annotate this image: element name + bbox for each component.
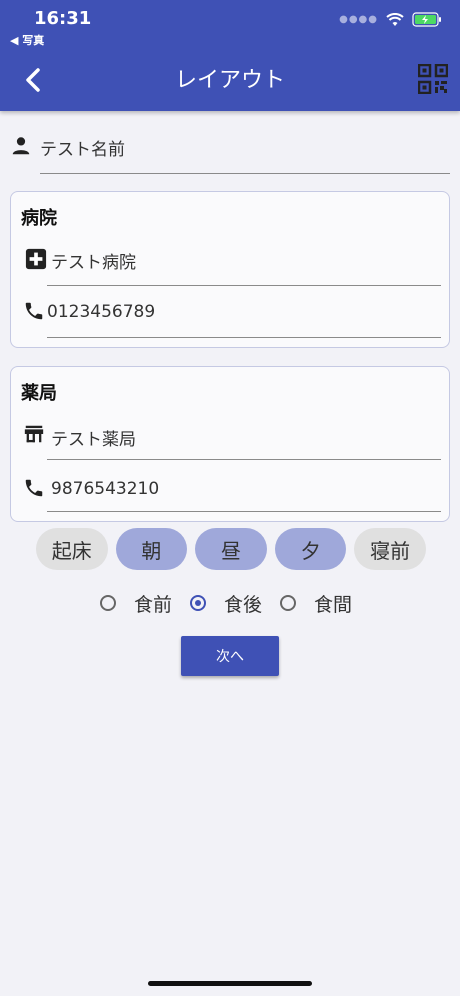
phone-icon <box>25 302 43 320</box>
hospital-name-field[interactable]: テスト病院 <box>11 246 451 300</box>
status-time: 16:31 <box>34 8 92 29</box>
pharmacy-title: 薬局 <box>21 383 57 404</box>
radio-button-selected[interactable] <box>190 595 207 611</box>
meal-radio-group: 食前 食後 食間 <box>100 588 400 618</box>
chip-noon[interactable]: 昼 <box>195 528 267 570</box>
chip-evening[interactable]: 夕 <box>274 528 347 570</box>
hospital-cross-icon <box>25 248 47 270</box>
hospital-phone-field[interactable]: 0123456789 <box>11 300 451 354</box>
name-value: テスト名前 <box>40 140 125 160</box>
page-title: レイアウト <box>174 68 285 93</box>
app-bar: 16:31 ◀ 写真 ●●●● レイアウト <box>0 0 460 111</box>
timing-chip-group: 起床 朝 昼 夕 寝前 <box>36 528 426 570</box>
radio-between-meals[interactable]: 食間 <box>280 590 352 617</box>
radio-button[interactable] <box>280 595 297 611</box>
radio-label: 食前 <box>134 593 173 616</box>
chip-morning[interactable]: 朝 <box>115 528 188 570</box>
hospital-phone-value: 0123456789 <box>47 302 156 322</box>
hospital-card: 病院 テスト病院 0123456789 <box>10 191 450 348</box>
pharmacy-name-value: テスト薬局 <box>51 430 136 450</box>
name-field[interactable]: テスト名前 <box>10 131 450 175</box>
radio-label: 食後 <box>224 593 263 616</box>
home-indicator[interactable] <box>148 981 312 986</box>
hospital-title: 病院 <box>21 208 57 229</box>
phone-icon <box>25 479 43 497</box>
hospital-name-value: テスト病院 <box>51 253 136 273</box>
chip-wakeup[interactable]: 起床 <box>36 528 108 570</box>
radio-button[interactable] <box>100 595 116 611</box>
chip-bedtime[interactable]: 寝前 <box>354 528 426 570</box>
hospital-phone-underline <box>47 337 441 338</box>
pharmacy-phone-field[interactable]: 9876543210 <box>11 477 451 531</box>
name-underline <box>40 173 450 174</box>
hospital-name-underline <box>47 285 441 286</box>
radio-after-meal[interactable]: 食後 <box>190 590 262 617</box>
pharmacy-card: 薬局 テスト薬局 9876543210 <box>10 366 450 522</box>
qr-code-button[interactable] <box>417 63 449 95</box>
status-indicators: ●●●● <box>339 12 442 27</box>
store-icon <box>24 425 44 443</box>
battery-charging-icon <box>412 12 441 27</box>
signal-icon: ●●●● <box>339 14 378 25</box>
radio-label: 食間 <box>314 593 353 616</box>
pharmacy-name-underline <box>47 459 441 460</box>
qr-code-icon <box>417 63 449 95</box>
next-button[interactable]: 次へ <box>181 636 279 676</box>
pharmacy-name-field[interactable]: テスト薬局 <box>11 423 451 477</box>
pharmacy-phone-underline <box>47 511 441 512</box>
radio-before-meal[interactable]: 食前 <box>100 590 172 617</box>
status-back-to-app[interactable]: ◀ 写真 <box>10 32 44 48</box>
wifi-icon <box>386 12 404 26</box>
person-icon <box>12 137 30 155</box>
pharmacy-phone-value: 9876543210 <box>51 479 160 499</box>
